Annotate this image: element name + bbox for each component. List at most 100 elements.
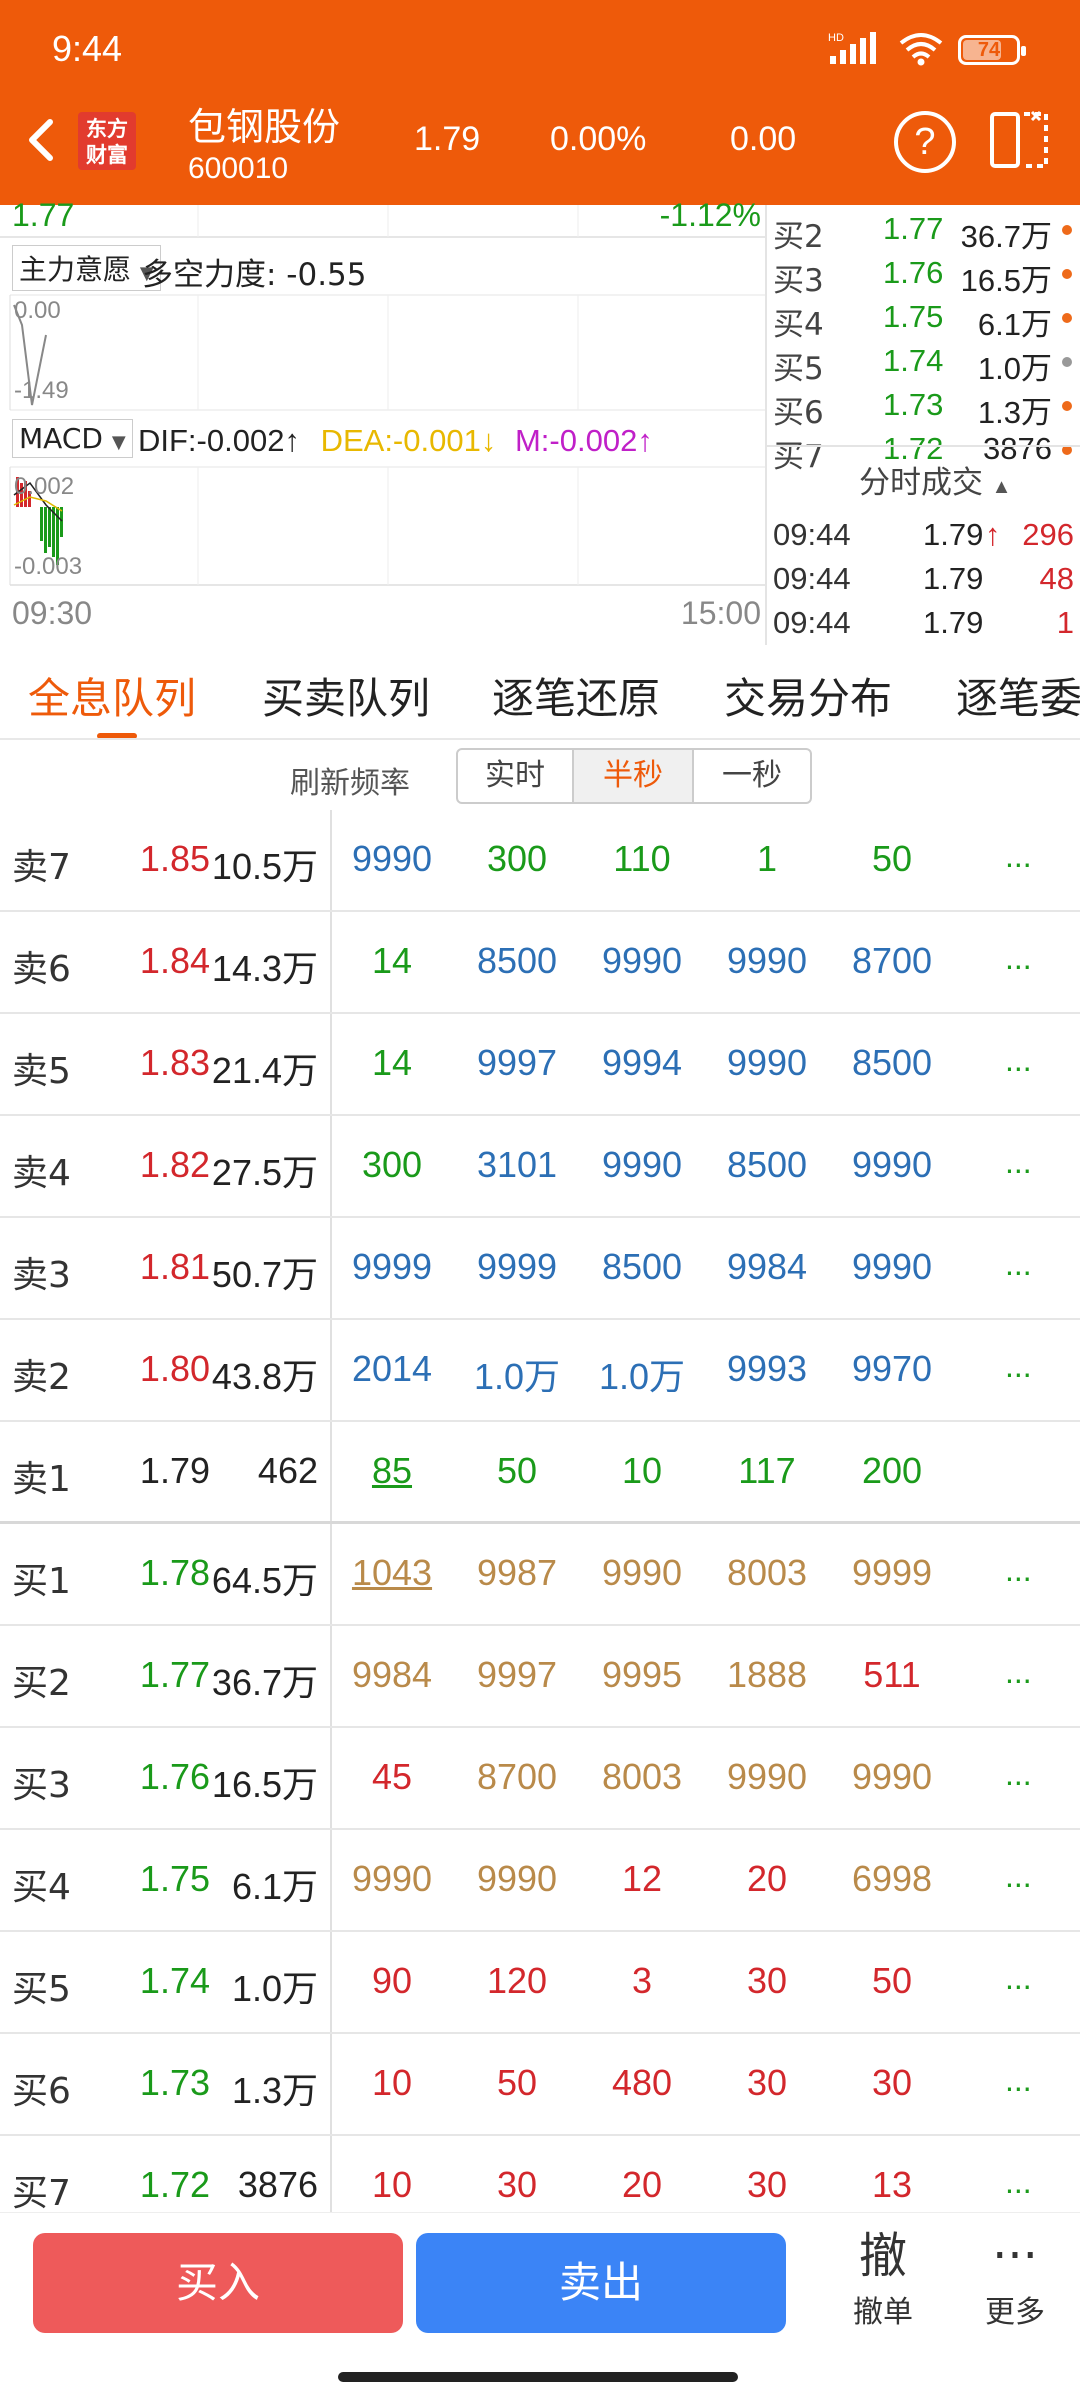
queue-order-cell[interactable]: 9990 xyxy=(447,1858,587,1900)
more-orders-link[interactable]: ... xyxy=(1005,1552,1032,1589)
stock-name[interactable]: 包钢股份 xyxy=(188,96,340,151)
more-orders-link[interactable]: ... xyxy=(1005,1756,1032,1793)
queue-order-cell[interactable]: 9994 xyxy=(572,1042,712,1084)
refresh-option-half-second[interactable]: 半秒 xyxy=(574,748,694,804)
queue-order-cell[interactable]: 30 xyxy=(447,2164,587,2206)
queue-order-cell[interactable]: 30 xyxy=(822,2062,962,2104)
queue-order-cell[interactable]: 9993 xyxy=(697,1348,837,1390)
queue-order-cell[interactable]: 9990 xyxy=(822,1144,962,1186)
queue-order-cell[interactable]: 9990 xyxy=(322,838,462,880)
more-orders-link[interactable]: ... xyxy=(1005,2164,1032,2201)
queue-order-cell[interactable]: 1 xyxy=(697,838,837,880)
more-orders-link[interactable]: ... xyxy=(1005,1246,1032,1283)
order-book-row[interactable]: 卖2 1.80 43.8万 2014 1.0万 1.0万 9993 9970... xyxy=(0,1320,1080,1422)
queue-order-cell[interactable]: 300 xyxy=(322,1144,462,1186)
refresh-option-realtime[interactable]: 实时 xyxy=(456,748,574,804)
queue-order-cell[interactable]: 300 xyxy=(447,838,587,880)
tab-bid-ask-queue[interactable]: 买卖队列 xyxy=(262,665,430,726)
more-orders-link[interactable]: ... xyxy=(1005,1858,1032,1895)
home-indicator[interactable] xyxy=(338,2372,738,2382)
order-book-row[interactable]: 卖6 1.84 14.3万 14 8500 9990 9990 8700... xyxy=(0,912,1080,1014)
queue-order-cell[interactable]: 9987 xyxy=(447,1552,587,1594)
queue-order-cell[interactable]: 1043 xyxy=(322,1552,462,1594)
queue-order-cell[interactable]: 50 xyxy=(822,838,962,880)
queue-order-cell[interactable]: 45 xyxy=(322,1756,462,1798)
more-orders-link[interactable]: ... xyxy=(1005,838,1032,875)
queue-order-cell[interactable]: 9970 xyxy=(822,1348,962,1390)
tab-tick-orders[interactable]: 逐笔委 xyxy=(956,665,1080,726)
queue-order-cell[interactable]: 8003 xyxy=(572,1756,712,1798)
tab-trade-distribution[interactable]: 交易分布 xyxy=(724,665,892,726)
queue-order-cell[interactable]: 200 xyxy=(822,1450,962,1492)
buy-button[interactable]: 买入 xyxy=(33,2233,403,2333)
order-book-row[interactable]: 买2 1.77 36.7万 9984 9997 9995 1888 511... xyxy=(0,1626,1080,1728)
queue-order-cell[interactable]: 85 xyxy=(322,1450,462,1492)
order-book-row[interactable]: 卖4 1.82 27.5万 300 3101 9990 8500 9990... xyxy=(0,1116,1080,1218)
queue-order-cell[interactable]: 10 xyxy=(322,2062,462,2104)
ticks-title[interactable]: 分时成交 ▲ xyxy=(859,457,1011,502)
more-orders-link[interactable]: ... xyxy=(1005,2062,1032,2099)
order-book-row[interactable]: 卖3 1.81 50.7万 9999 9999 8500 9984 9990... xyxy=(0,1218,1080,1320)
more-orders-link[interactable]: ... xyxy=(1005,1042,1032,1079)
queue-order-cell[interactable]: 30 xyxy=(697,2164,837,2206)
order-book-row[interactable]: 买4 1.75 6.1万 9990 9990 12 20 6998... xyxy=(0,1830,1080,1932)
queue-order-cell[interactable]: 9990 xyxy=(697,940,837,982)
queue-order-cell[interactable]: 2014 xyxy=(322,1348,462,1390)
queue-order-cell[interactable]: 9999 xyxy=(822,1552,962,1594)
queue-order-cell[interactable]: 8500 xyxy=(572,1246,712,1288)
queue-order-cell[interactable]: 9984 xyxy=(322,1654,462,1696)
queue-order-cell[interactable]: 12 xyxy=(572,1858,712,1900)
queue-order-cell[interactable]: 10 xyxy=(322,2164,462,2206)
queue-order-cell[interactable]: 8700 xyxy=(822,940,962,982)
queue-order-cell[interactable]: 9990 xyxy=(572,940,712,982)
mini-book-row[interactable]: 买6 1.73 1.3万 xyxy=(773,381,1078,431)
order-book-row[interactable]: 卖7 1.85 10.5万 9990 300 110 1 50... xyxy=(0,810,1080,912)
queue-order-cell[interactable]: 9990 xyxy=(822,1756,962,1798)
more-orders-link[interactable]: ... xyxy=(1005,1144,1032,1181)
queue-order-cell[interactable]: 9990 xyxy=(697,1042,837,1084)
cancel-order-button[interactable]: 撤 撤单 xyxy=(828,2225,938,2331)
indicator1-selector[interactable]: 主力意愿 ▼ xyxy=(12,245,161,291)
intraday-chart-area[interactable]: 1.77 -1.12% 主力意愿 ▼ 多空力度: -0.55 0.00 -1.4… xyxy=(0,197,765,645)
mini-book-row[interactable]: 买3 1.76 16.5万 xyxy=(773,249,1078,299)
queue-order-cell[interactable]: 8500 xyxy=(822,1042,962,1084)
mini-order-panel[interactable]: 买2 1.77 36.7万 买3 1.76 16.5万 买4 1.75 6.1万 买5 1.74 1.… xyxy=(765,205,1080,645)
queue-order-cell[interactable]: 120 xyxy=(447,1960,587,2002)
queue-order-cell[interactable]: 480 xyxy=(572,2062,712,2104)
queue-order-cell[interactable]: 3101 xyxy=(447,1144,587,1186)
queue-order-cell[interactable]: 1.0万 xyxy=(572,1348,712,1400)
queue-order-cell[interactable]: 8500 xyxy=(447,940,587,982)
queue-order-cell[interactable]: 117 xyxy=(697,1450,837,1492)
mini-book-row[interactable]: 买4 1.75 6.1万 xyxy=(773,293,1078,343)
order-book-row[interactable]: 买1 1.78 64.5万 1043 9987 9990 8003 9999... xyxy=(0,1524,1080,1626)
more-orders-link[interactable]: ... xyxy=(1005,1348,1032,1385)
queue-order-cell[interactable]: 9999 xyxy=(447,1246,587,1288)
queue-order-cell[interactable]: 14 xyxy=(322,1042,462,1084)
queue-order-cell[interactable]: 9990 xyxy=(572,1552,712,1594)
sell-button[interactable]: 卖出 xyxy=(416,2233,786,2333)
queue-order-cell[interactable]: 6998 xyxy=(822,1858,962,1900)
queue-order-cell[interactable]: 9997 xyxy=(447,1042,587,1084)
more-orders-link[interactable]: ... xyxy=(1005,940,1032,977)
queue-order-cell[interactable]: 30 xyxy=(697,2062,837,2104)
queue-order-cell[interactable]: 10 xyxy=(572,1450,712,1492)
queue-order-cell[interactable]: 8003 xyxy=(697,1552,837,1594)
tab-full-queue[interactable]: 全息队列 xyxy=(28,665,196,726)
queue-order-cell[interactable]: 90 xyxy=(322,1960,462,2002)
more-orders-link[interactable]: ... xyxy=(1005,1654,1032,1691)
tab-tick-restore[interactable]: 逐笔还原 xyxy=(492,665,660,726)
queue-order-cell[interactable]: 511 xyxy=(822,1654,962,1696)
queue-order-cell[interactable]: 9990 xyxy=(822,1246,962,1288)
more-button[interactable]: ··· 更多 xyxy=(960,2225,1070,2331)
queue-order-cell[interactable]: 9990 xyxy=(322,1858,462,1900)
order-book-row[interactable]: 卖5 1.83 21.4万 14 9997 9994 9990 8500... xyxy=(0,1014,1080,1116)
order-book-row[interactable]: 买3 1.76 16.5万 45 8700 8003 9990 9990... xyxy=(0,1728,1080,1830)
queue-order-cell[interactable]: 1888 xyxy=(697,1654,837,1696)
queue-order-cell[interactable]: 9990 xyxy=(697,1756,837,1798)
queue-order-cell[interactable]: 50 xyxy=(822,1960,962,2002)
queue-order-cell[interactable]: 110 xyxy=(572,838,712,880)
mini-book-row[interactable]: 买5 1.74 1.0万 xyxy=(773,337,1078,387)
queue-order-cell[interactable]: 20 xyxy=(697,1858,837,1900)
indicator2-selector[interactable]: MACD ▼ xyxy=(12,419,133,458)
queue-order-cell[interactable]: 9997 xyxy=(447,1654,587,1696)
